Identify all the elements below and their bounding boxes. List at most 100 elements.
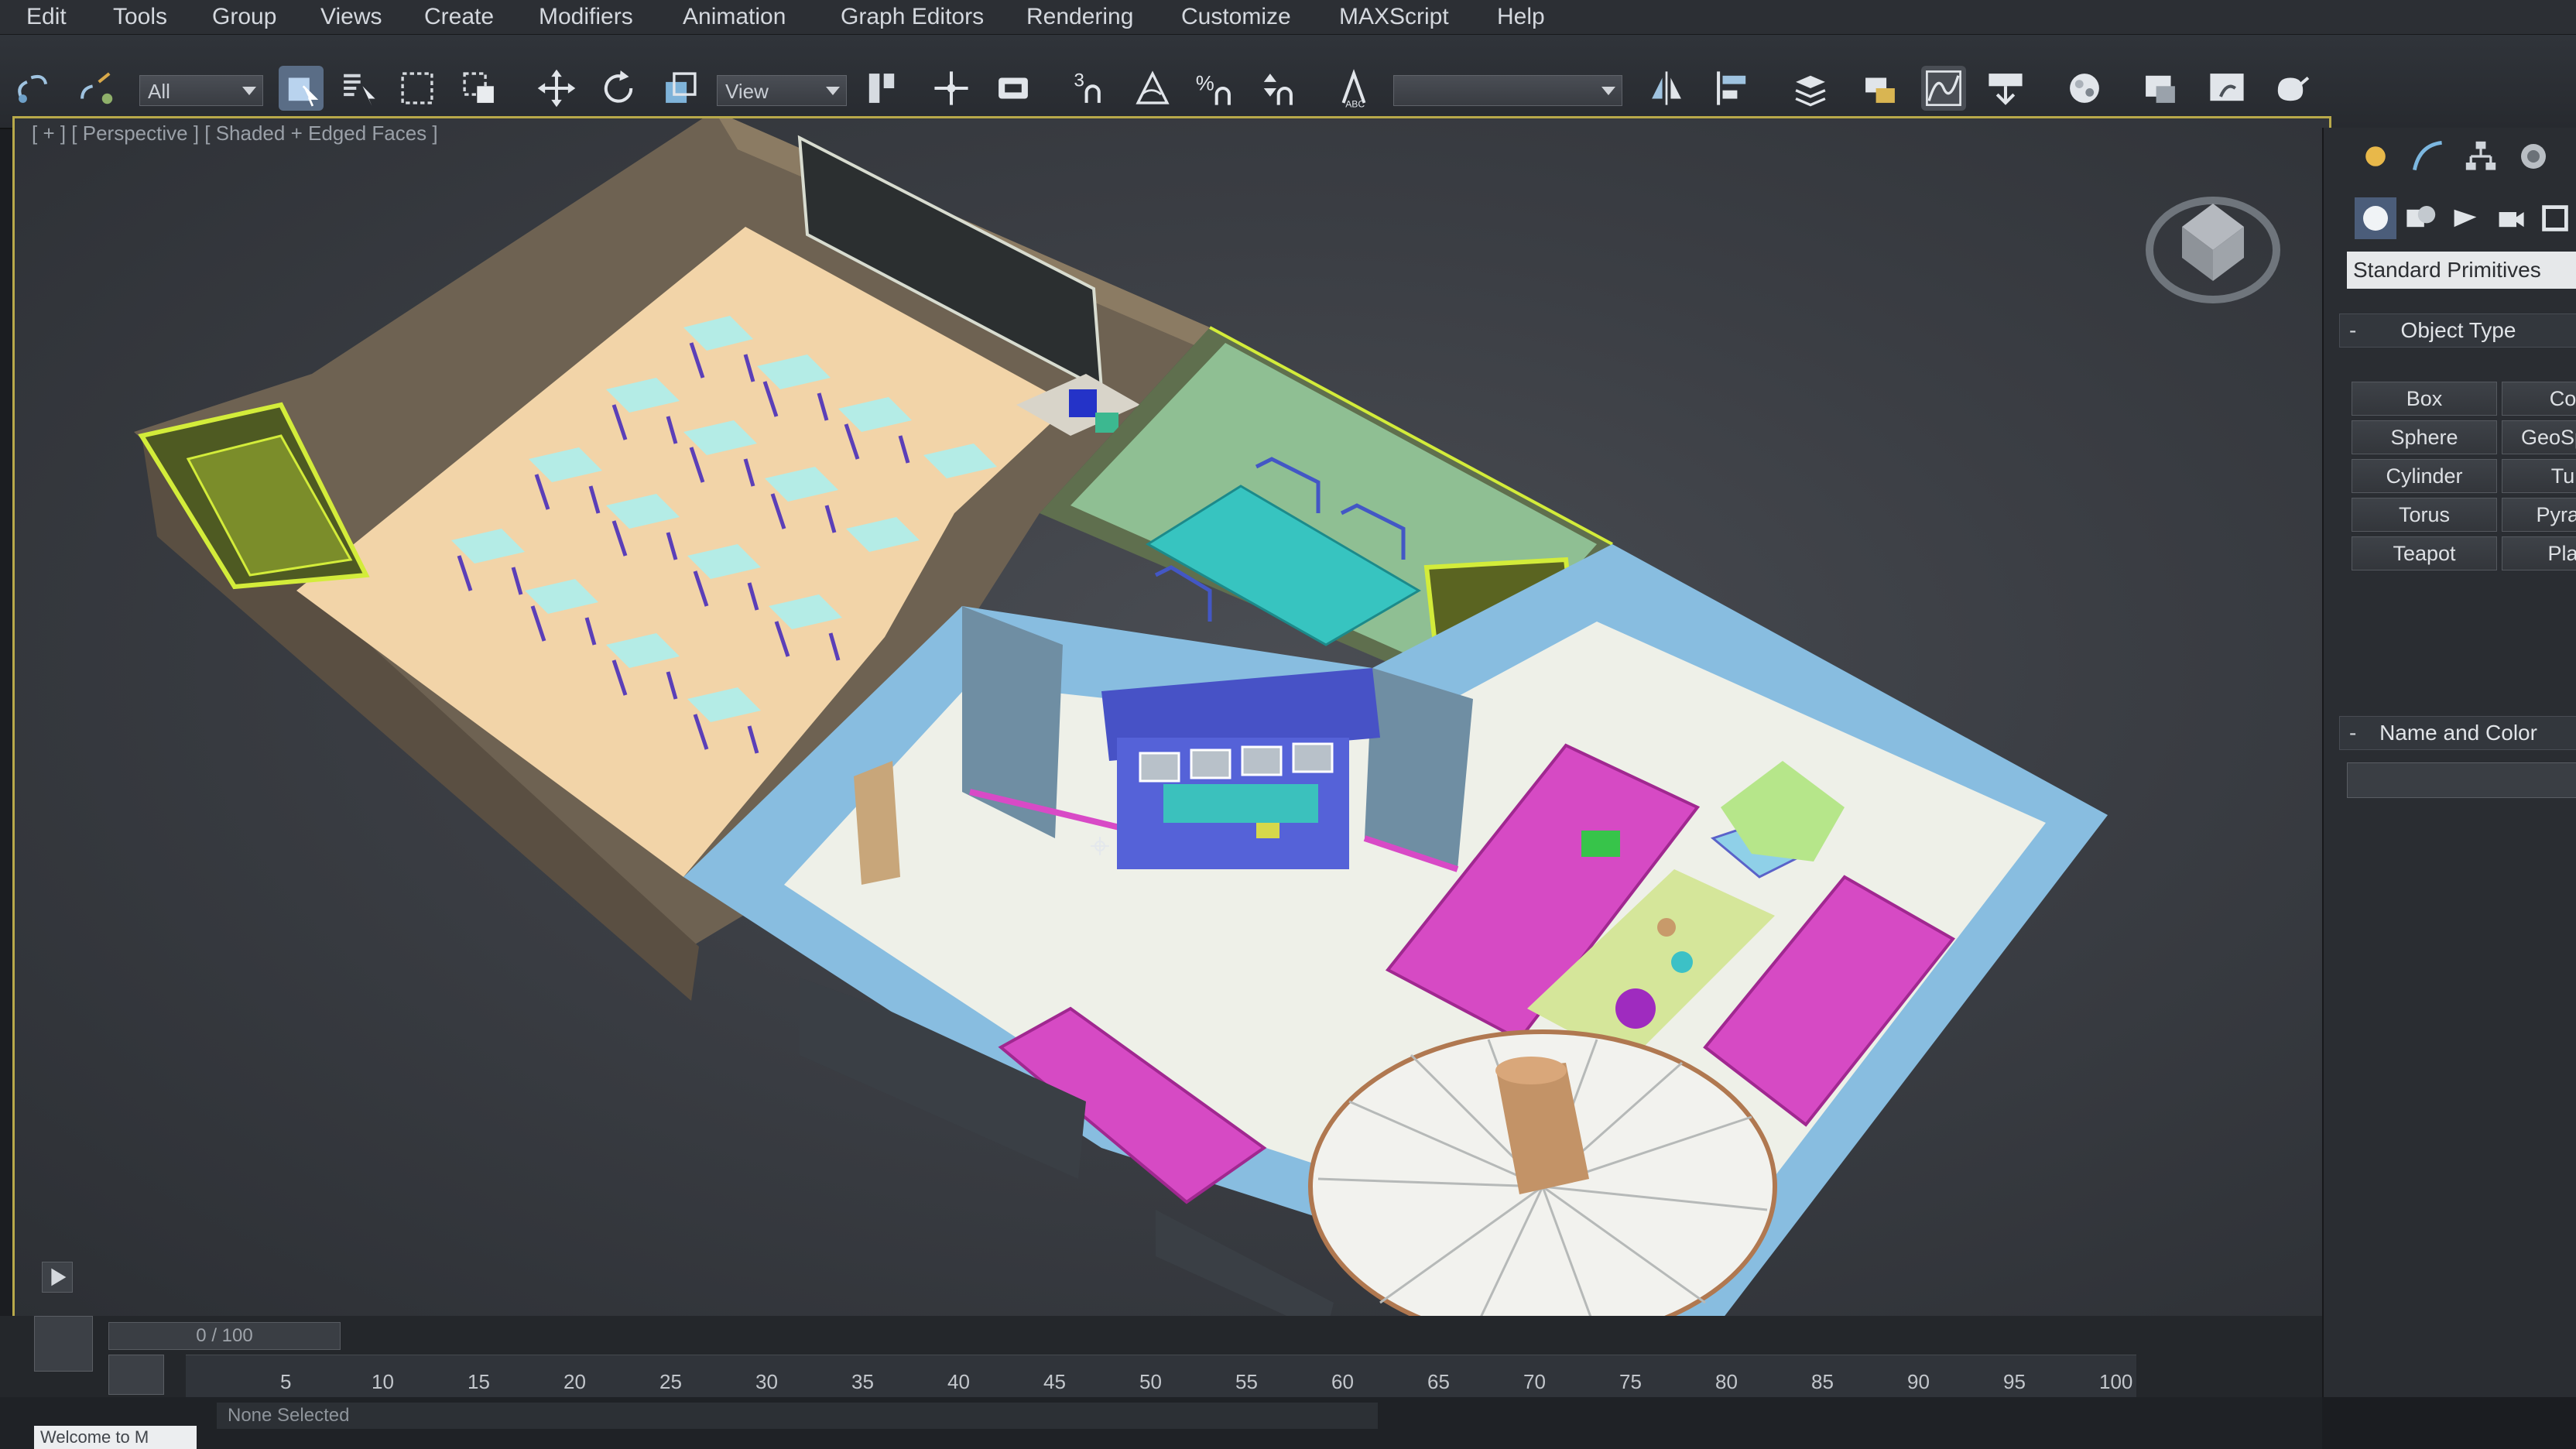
- tube-button[interactable]: Tube: [2502, 459, 2576, 493]
- viewcube-icon[interactable]: [2146, 197, 2280, 303]
- primitive-category-dropdown[interactable]: Standard Primitives: [2347, 252, 2576, 289]
- bar-shelf-item: [1139, 752, 1180, 783]
- bar-shelf-item: [1292, 742, 1334, 773]
- scene-3d-model: [134, 118, 2280, 1329]
- layer-manager-icon[interactable]: [1788, 66, 1833, 111]
- name-and-color-title: Name and Color: [2379, 721, 2537, 745]
- geosphere-button[interactable]: GeoSphere: [2502, 420, 2576, 454]
- sphere-button[interactable]: Sphere: [2352, 420, 2497, 454]
- name-and-color-rollout[interactable]: - Name and Color: [2339, 716, 2576, 750]
- menu-graph-editors[interactable]: Graph Editors: [841, 0, 984, 34]
- table-item: [1657, 918, 1676, 937]
- percent-snap-icon[interactable]: %: [1192, 66, 1237, 111]
- create-tab-icon[interactable]: [2355, 135, 2396, 177]
- selection-filter-value: All: [148, 80, 170, 103]
- menu-maxscript[interactable]: MAXScript: [1339, 0, 1449, 34]
- lights-icon[interactable]: [2444, 197, 2486, 239]
- scene-explorer-icon[interactable]: [1858, 66, 1903, 111]
- select-by-name-icon[interactable]: [336, 66, 381, 111]
- cylinder-button[interactable]: Cylinder: [2352, 459, 2497, 493]
- tick-label: 35: [851, 1370, 874, 1393]
- svg-text:ABC: ABC: [1345, 98, 1365, 109]
- mini-curve-editor-button[interactable]: [34, 1316, 93, 1372]
- staircase-column-top: [1495, 1057, 1567, 1084]
- schematic-view-icon[interactable]: [1983, 66, 2028, 111]
- tick-label: 5: [280, 1370, 292, 1393]
- menu-bar: Edit Tools Group Views Create Modifiers …: [0, 0, 2576, 35]
- hall-partition-right: [1365, 668, 1473, 869]
- plane-button[interactable]: Plane: [2502, 536, 2576, 570]
- menu-rendering[interactable]: Rendering: [1026, 0, 1133, 34]
- menu-group[interactable]: Group: [212, 0, 276, 34]
- align-icon[interactable]: [1711, 66, 1756, 111]
- unlink-icon[interactable]: [74, 66, 119, 111]
- motion-tab-icon[interactable]: [2513, 135, 2554, 177]
- window-crossing-icon[interactable]: [457, 66, 502, 111]
- angle-snap-icon[interactable]: [1130, 66, 1175, 111]
- select-and-rotate-icon[interactable]: [596, 66, 641, 111]
- menu-create[interactable]: Create: [424, 0, 494, 34]
- use-pivot-center-icon[interactable]: [859, 66, 904, 111]
- reference-coordinate-value: View: [725, 80, 769, 103]
- geometry-icon[interactable]: [2355, 197, 2396, 239]
- bar-shelf-item: [1241, 745, 1283, 776]
- select-and-manipulate-icon[interactable]: [929, 66, 974, 111]
- selection-filter-dropdown[interactable]: All: [139, 75, 263, 106]
- spinner-snap-icon[interactable]: [1254, 66, 1299, 111]
- mirror-icon[interactable]: [1644, 66, 1689, 111]
- maxscript-listener[interactable]: Welcome to M: [34, 1426, 197, 1449]
- edit-named-selection-icon[interactable]: ABC: [1331, 66, 1376, 111]
- helpers-icon[interactable]: [2534, 197, 2576, 239]
- object-type-rollout[interactable]: - Object Type: [2339, 313, 2576, 348]
- menu-modifiers[interactable]: Modifiers: [539, 0, 633, 34]
- chevron-down-icon: [826, 87, 840, 95]
- menu-animation[interactable]: Animation: [683, 0, 786, 34]
- snaps-toggle-icon[interactable]: 3: [1068, 66, 1113, 111]
- spiral-staircase: [1308, 1029, 1777, 1329]
- box-button[interactable]: Box: [2352, 382, 2497, 416]
- time-slider[interactable]: 0 / 100: [108, 1322, 341, 1350]
- render-setup-icon[interactable]: [2138, 66, 2183, 111]
- select-object-icon[interactable]: [279, 66, 324, 111]
- tick-label: 95: [2003, 1370, 2026, 1393]
- cone-button[interactable]: Cone: [2502, 382, 2576, 416]
- select-and-link-icon[interactable]: [11, 66, 56, 111]
- select-and-scale-icon[interactable]: [658, 66, 703, 111]
- torus-button[interactable]: Torus: [2352, 498, 2497, 532]
- menu-help[interactable]: Help: [1497, 0, 1545, 34]
- modify-tab-icon[interactable]: [2407, 135, 2449, 177]
- curve-editor-icon[interactable]: [1921, 66, 1966, 111]
- key-filters-icon[interactable]: [108, 1355, 164, 1395]
- teacher-desk-box: [1069, 389, 1097, 417]
- keyboard-shortcut-override-icon[interactable]: [991, 66, 1036, 111]
- cameras-icon[interactable]: [2489, 197, 2531, 239]
- rectangular-selection-icon[interactable]: [395, 66, 440, 111]
- vase: [1615, 988, 1656, 1029]
- menu-customize[interactable]: Customize: [1181, 0, 1291, 34]
- tick-label: 100: [2099, 1370, 2133, 1393]
- menu-views[interactable]: Views: [320, 0, 382, 34]
- interior-door: [854, 761, 900, 885]
- menu-tools[interactable]: Tools: [113, 0, 167, 34]
- named-selection-sets-dropdown[interactable]: [1393, 75, 1622, 106]
- select-and-move-icon[interactable]: [534, 66, 579, 111]
- pyramid-button[interactable]: Pyramid: [2502, 498, 2576, 532]
- menu-edit[interactable]: Edit: [26, 0, 67, 34]
- shapes-icon[interactable]: [2400, 197, 2441, 239]
- tick-label: 70: [1523, 1370, 1546, 1393]
- material-editor-icon[interactable]: [2062, 66, 2107, 111]
- teapot-button[interactable]: Teapot: [2352, 536, 2497, 570]
- rendered-frame-window-icon[interactable]: [2204, 66, 2249, 111]
- play-icon[interactable]: [42, 1262, 73, 1293]
- reference-coordinate-dropdown[interactable]: View: [717, 75, 847, 106]
- tick-label: 65: [1427, 1370, 1450, 1393]
- object-name-field[interactable]: [2347, 762, 2576, 798]
- render-production-icon[interactable]: [2268, 66, 2313, 111]
- bar-shelf-item: [1190, 748, 1231, 779]
- hierarchy-tab-icon[interactable]: [2460, 135, 2502, 177]
- chevron-down-icon: [242, 87, 256, 95]
- chevron-down-icon: [1601, 87, 1615, 95]
- bar-counter-item: [1256, 823, 1279, 838]
- tick-label: 90: [1907, 1370, 1930, 1393]
- perspective-viewport[interactable]: [ + ] [ Perspective ] [ Shaded + Edged F…: [12, 116, 2331, 1331]
